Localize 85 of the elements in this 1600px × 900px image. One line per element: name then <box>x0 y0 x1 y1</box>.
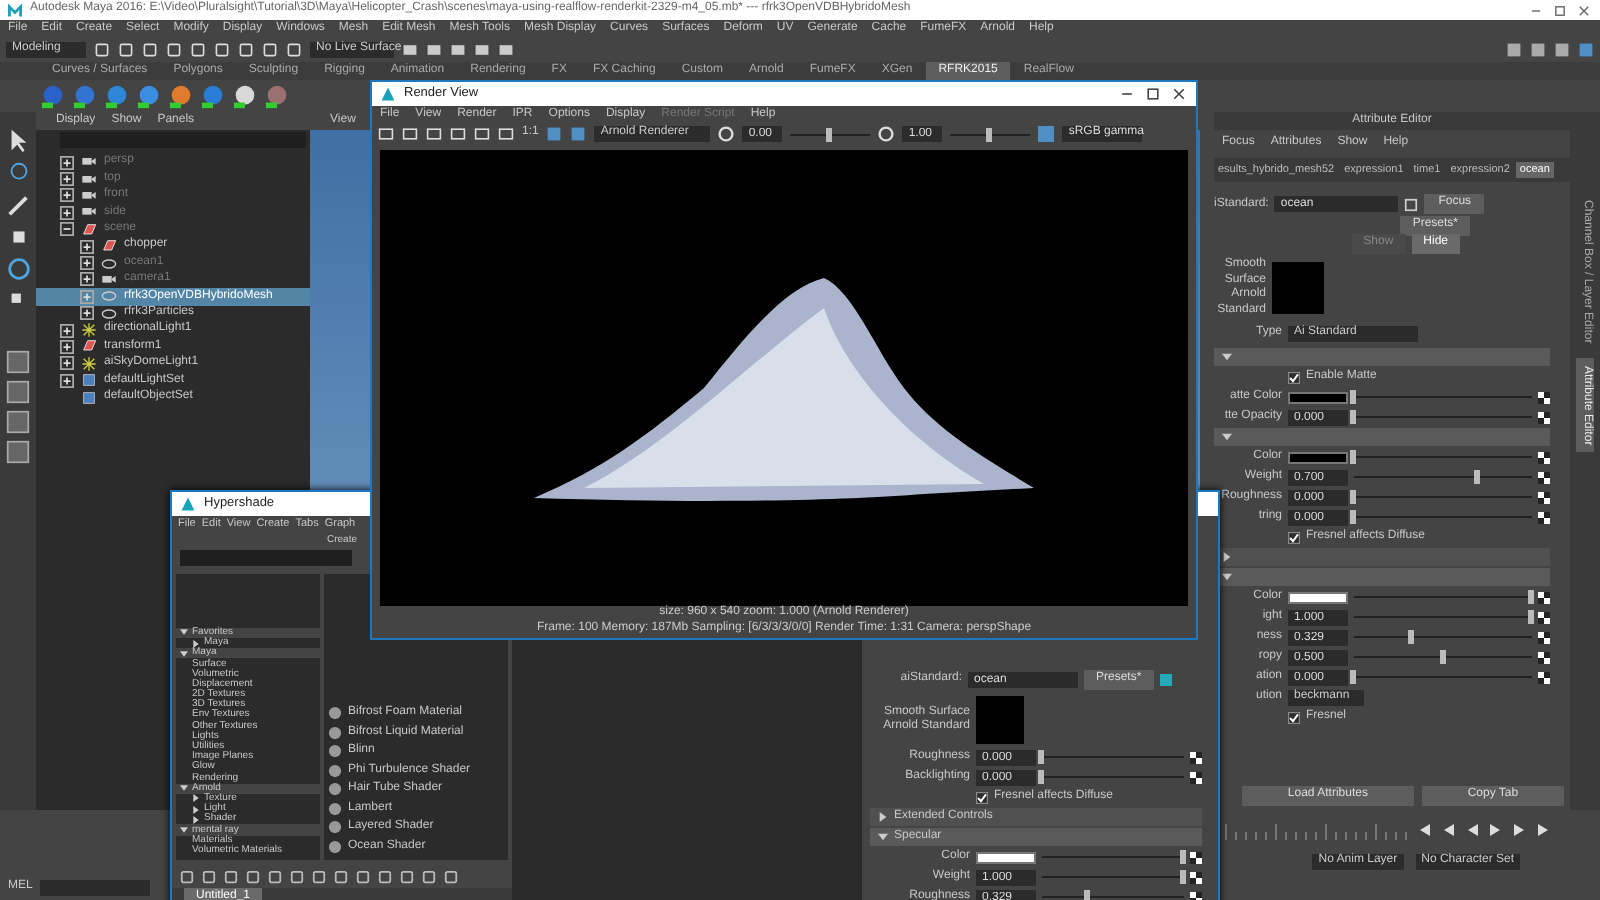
render-view-logo-icon <box>380 86 396 102</box>
group-icon <box>80 338 98 355</box>
color-swatch[interactable] <box>976 851 1036 863</box>
slider-thumb[interactable] <box>1038 770 1044 784</box>
camera-icon <box>80 171 98 188</box>
slider-thumb[interactable] <box>1350 390 1356 405</box>
go-end-icon[interactable] <box>1536 822 1552 838</box>
slider-thumb[interactable] <box>1350 450 1356 465</box>
collapse-arrow-icon[interactable] <box>878 832 888 842</box>
shelf-tool-icon[interactable] <box>200 83 226 109</box>
slider-thumb[interactable] <box>1084 890 1091 900</box>
go-start-icon[interactable] <box>1416 822 1432 838</box>
camera-icon <box>100 271 118 288</box>
collapse-arrow-icon[interactable] <box>1222 352 1232 363</box>
collapse-arrow-icon <box>180 784 188 793</box>
shelf-tool-icon[interactable] <box>104 83 130 109</box>
camera-icon <box>80 204 98 221</box>
step-back-icon[interactable] <box>1440 822 1456 838</box>
command-field[interactable] <box>40 879 151 895</box>
shelf-tool-icon[interactable] <box>40 83 66 109</box>
slider-thumb[interactable] <box>1350 510 1356 525</box>
slider-thumb[interactable] <box>986 127 993 141</box>
expand-icon[interactable] <box>60 155 74 170</box>
shelf-tool-icon[interactable] <box>264 83 290 109</box>
shelf-tool-icon[interactable] <box>168 83 194 109</box>
light-icon <box>80 355 98 372</box>
search-field[interactable] <box>180 550 352 567</box>
expand-icon[interactable] <box>60 373 74 388</box>
expand-icon[interactable] <box>80 306 94 321</box>
expand-icon[interactable] <box>60 356 74 371</box>
expand-icon[interactable] <box>60 188 74 203</box>
color-swatch[interactable] <box>1288 451 1348 464</box>
slider-thumb[interactable] <box>1350 490 1356 505</box>
close-icon[interactable] <box>1170 86 1188 102</box>
play-icon[interactable] <box>1488 822 1504 838</box>
expand-icon[interactable] <box>60 323 74 338</box>
slider-thumb[interactable] <box>1350 410 1356 425</box>
slider-thumb[interactable] <box>1350 670 1356 685</box>
light-icon <box>80 322 98 339</box>
collapse-arrow-icon[interactable] <box>1222 572 1232 583</box>
slider-thumb[interactable] <box>1408 630 1415 645</box>
camera-icon <box>80 187 98 204</box>
expand-arrow-icon <box>192 639 200 648</box>
search-field[interactable] <box>60 132 306 148</box>
texture-map-icon[interactable] <box>1190 891 1202 900</box>
hypershade-logo-icon <box>180 496 196 512</box>
expand-icon[interactable] <box>80 256 94 271</box>
slider-thumb[interactable] <box>1528 610 1534 625</box>
collapse-arrow-icon <box>180 826 188 835</box>
close-icon[interactable] <box>1576 3 1592 17</box>
expand-icon[interactable] <box>80 239 94 254</box>
step-forward-icon[interactable] <box>1512 822 1528 838</box>
expand-icon[interactable] <box>60 205 74 220</box>
play-back-icon[interactable] <box>1464 822 1480 838</box>
checkbox[interactable] <box>976 791 988 803</box>
slider-thumb[interactable] <box>1528 590 1534 605</box>
color-swatch[interactable] <box>1288 591 1348 604</box>
checkbox[interactable] <box>1288 531 1300 544</box>
slider-thumb[interactable] <box>1180 870 1186 884</box>
checkbox[interactable] <box>1288 711 1300 724</box>
collapse-arrow-icon <box>180 628 188 637</box>
expand-arrow-icon[interactable] <box>878 812 888 822</box>
expand-icon[interactable] <box>60 339 74 354</box>
color-swatch[interactable] <box>1288 391 1348 404</box>
expand-arrow-icon[interactable] <box>1222 552 1232 563</box>
shelf-tool-icon[interactable] <box>232 83 258 109</box>
material-swatch <box>1272 262 1324 315</box>
collapse-arrow-icon <box>180 649 188 658</box>
slider-thumb[interactable] <box>1474 470 1481 485</box>
expand-icon[interactable] <box>60 172 74 187</box>
maximize-icon[interactable] <box>1144 86 1162 102</box>
collapse-icon[interactable] <box>60 222 74 237</box>
maximize-icon[interactable] <box>1552 3 1568 17</box>
slider-thumb[interactable] <box>826 127 833 141</box>
slider-thumb[interactable] <box>1439 650 1445 665</box>
collapse-arrow-icon[interactable] <box>1222 432 1232 443</box>
expand-icon[interactable] <box>80 272 94 287</box>
shelf-tool-icon[interactable] <box>72 83 98 109</box>
slider-thumb[interactable] <box>1038 750 1044 764</box>
paint-brush-icon[interactable] <box>5 192 31 218</box>
checkbox[interactable] <box>1288 371 1300 384</box>
maya-logo-icon <box>8 3 22 17</box>
slider-thumb[interactable] <box>1180 850 1186 864</box>
camera-icon <box>80 154 98 171</box>
shelf-tool-icon[interactable] <box>136 83 162 109</box>
